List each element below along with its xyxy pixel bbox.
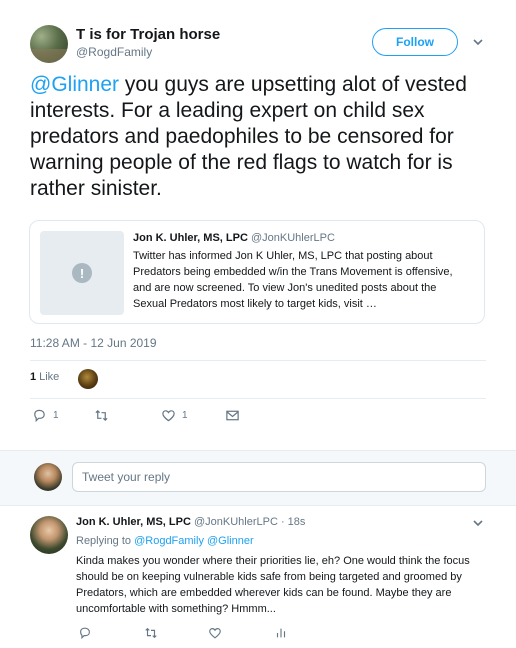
tweet-timestamp[interactable]: 11:28 AM - 12 Jun 2019 [30, 336, 157, 350]
like-button[interactable]: 1 [161, 408, 188, 423]
reply-actions [78, 626, 338, 642]
reply-author: Jon K. Uhler, MS, LPC @JonKUhlerLPC · 18… [76, 516, 305, 528]
tweet-mention-link[interactable]: @Glinner [30, 73, 119, 96]
reply-icon [80, 627, 90, 640]
reply-button[interactable]: 1 [32, 408, 59, 423]
replying-to-mentions[interactable]: @RogdFamily @Glinner [134, 535, 254, 547]
reply-input[interactable]: Tweet your reply [72, 462, 486, 492]
alert-icon: ! [72, 263, 92, 283]
reply-author-avatar[interactable] [30, 516, 68, 554]
reply-text: Kinda makes you wonder where their prior… [76, 555, 470, 615]
divider [30, 398, 486, 399]
reply-count: 1 [53, 410, 59, 421]
card-author-handle: @JonKUhlerLPC [250, 232, 335, 244]
quoted-card[interactable]: ! Jon K. Uhler, MS, LPC @JonKUhlerLPC Tw… [29, 220, 485, 324]
chevron-down-icon[interactable] [472, 517, 484, 529]
follow-button[interactable]: Follow [372, 28, 458, 56]
retweet-icon [95, 409, 108, 422]
likes-summary[interactable]: 1 Like [30, 371, 59, 383]
analytics-icon [276, 628, 286, 638]
reply-retweet-button[interactable] [144, 626, 158, 640]
heart-icon [209, 628, 221, 639]
reply-like-button[interactable] [208, 626, 222, 640]
reply-icon [34, 409, 45, 423]
reply-author-name[interactable]: Jon K. Uhler, MS, LPC [76, 516, 191, 528]
tweet-actions: 1 1 [30, 408, 330, 426]
author-avatar[interactable] [30, 25, 68, 63]
liker-avatar[interactable] [78, 369, 98, 389]
card-body: Twitter has informed Jon K Uhler, MS, LP… [133, 250, 453, 310]
likes-count: 1 [30, 371, 37, 383]
message-icon [226, 410, 239, 421]
card-title: Jon K. Uhler, MS, LPC @JonKUhlerLPC [133, 232, 335, 244]
like-count: 1 [182, 410, 188, 421]
author-handle[interactable]: @RogdFamily [76, 45, 152, 59]
direct-message-button[interactable] [225, 408, 240, 423]
card-author-name: Jon K. Uhler, MS, LPC [133, 232, 248, 244]
chevron-down-icon[interactable] [472, 36, 484, 48]
likes-label: Like [39, 371, 60, 383]
current-user-avatar[interactable] [34, 463, 62, 491]
replying-prefix: Replying to [76, 535, 135, 547]
reply-reply-button[interactable] [78, 626, 92, 640]
replying-to: Replying to @RogdFamily @Glinner [76, 535, 254, 547]
author-name[interactable]: T is for Trojan horse [76, 26, 220, 43]
retweet-icon [145, 627, 157, 639]
divider [30, 360, 486, 361]
heart-icon [162, 410, 175, 422]
reply-analytics-button[interactable] [274, 626, 288, 640]
card-thumbnail: ! [40, 231, 124, 315]
retweet-button[interactable] [94, 408, 115, 423]
tweet-text: @Glinner you guys are upsetting alot of … [30, 72, 490, 202]
reply-author-handle[interactable]: @JonKUhlerLPC · 18s [194, 516, 305, 528]
